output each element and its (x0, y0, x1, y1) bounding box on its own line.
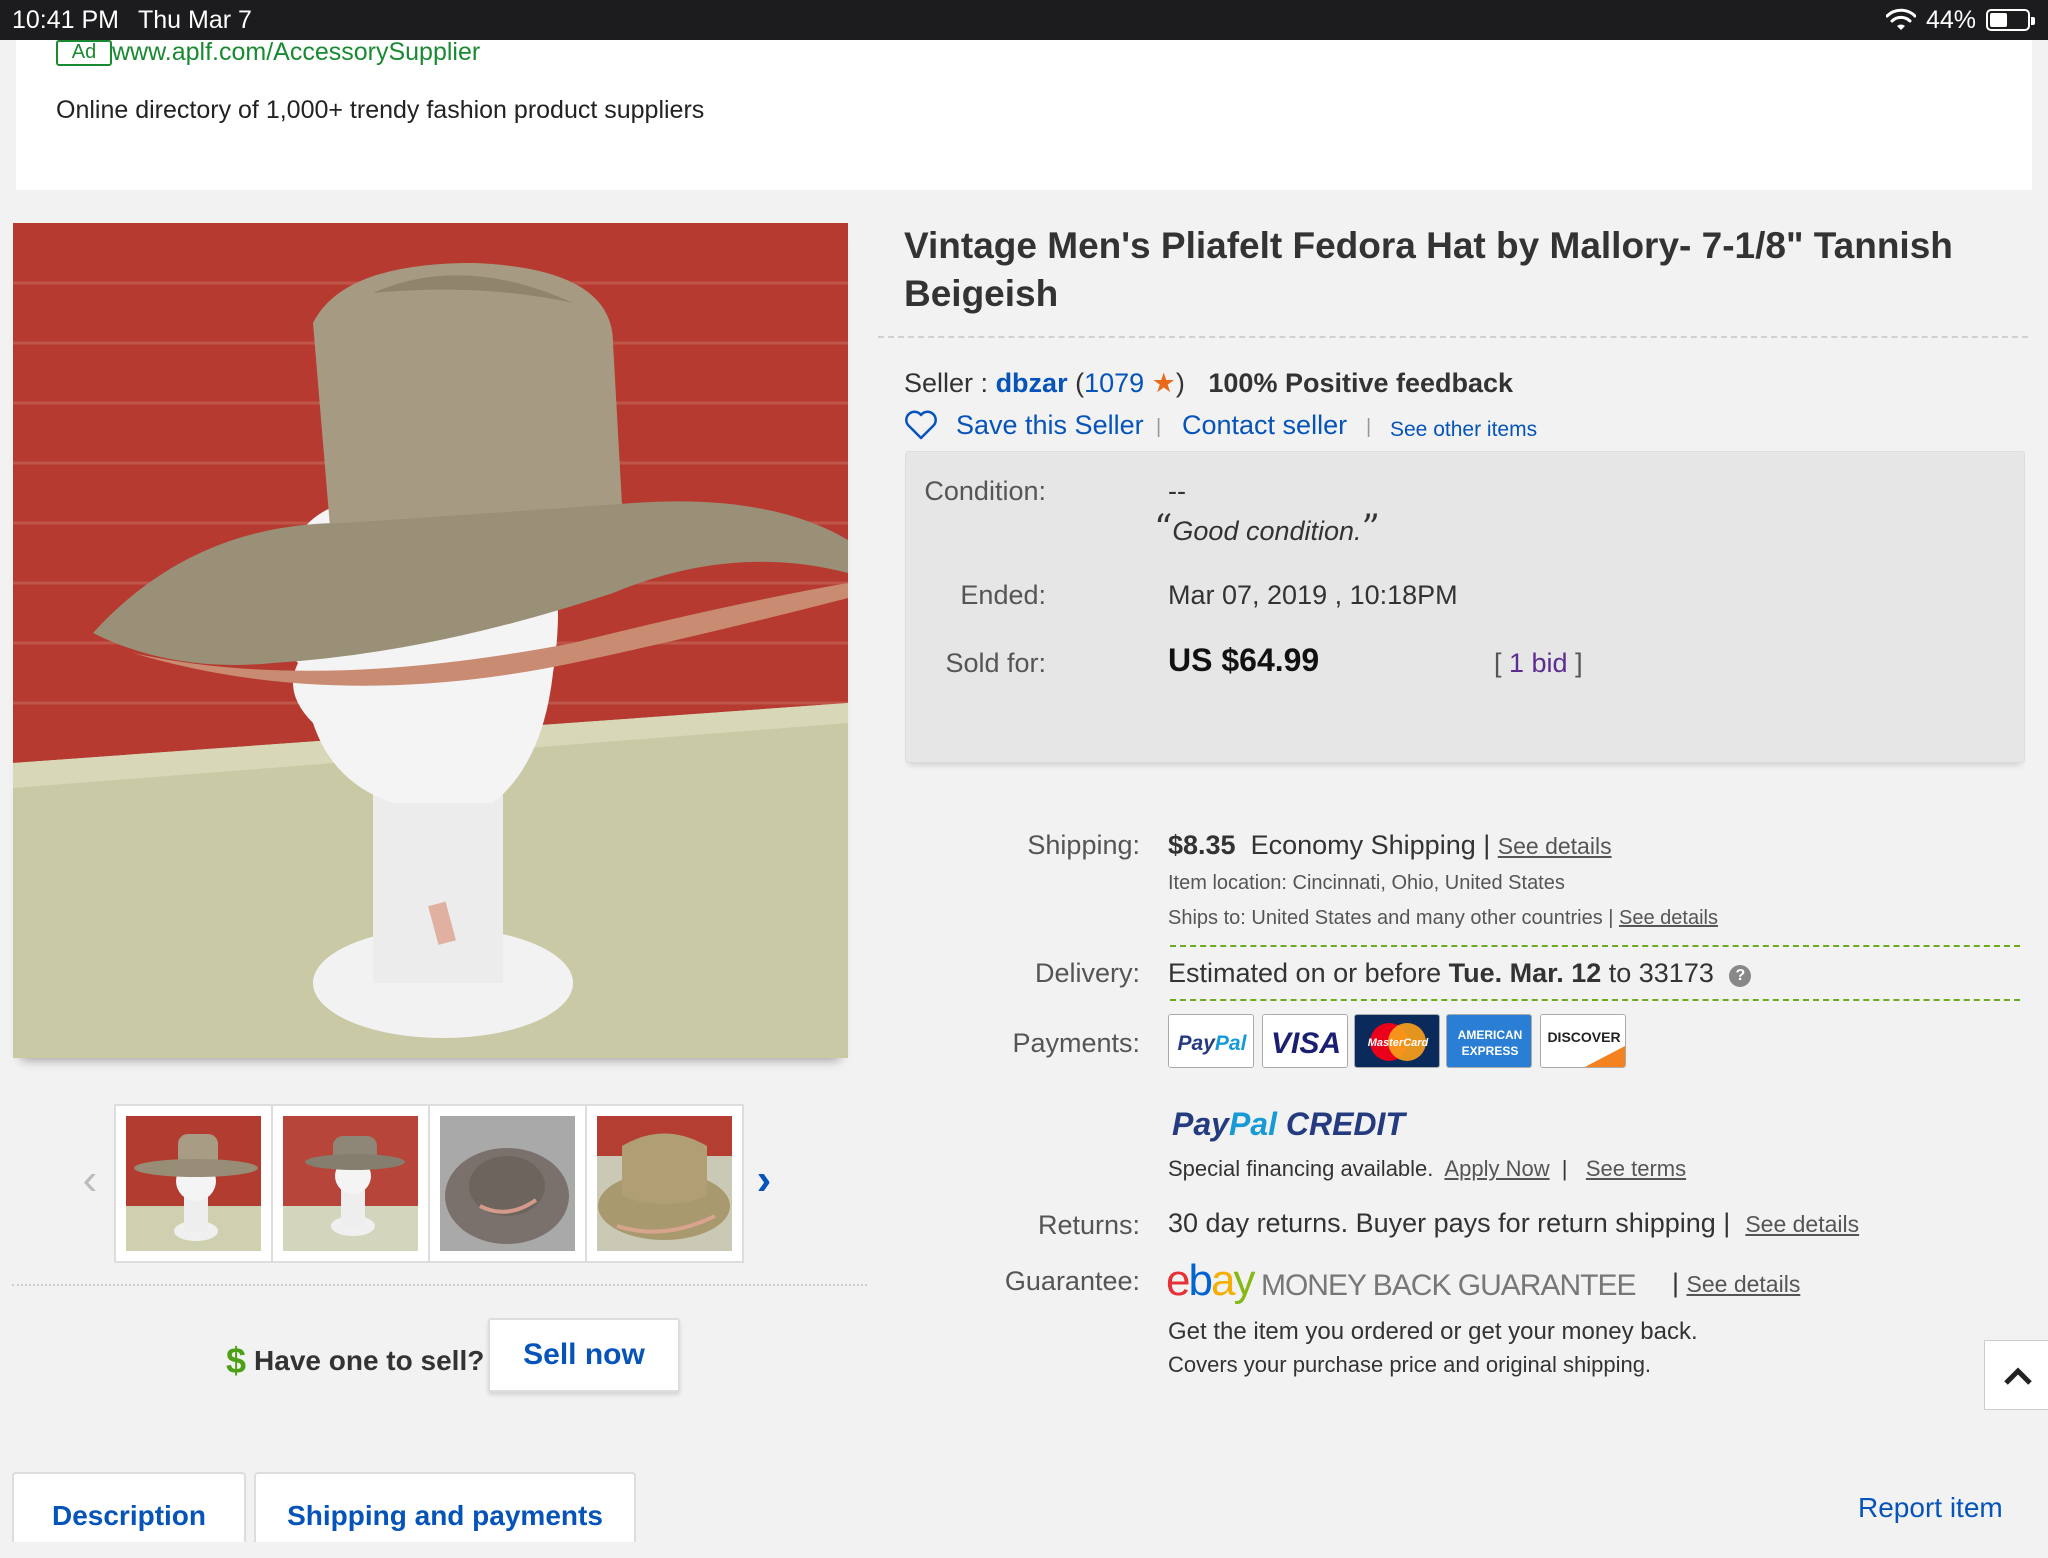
wifi-icon (1886, 8, 1916, 30)
see-terms-link[interactable]: See terms (1586, 1156, 1686, 1181)
guarantee-line-2: Covers your purchase price and original … (1168, 1352, 1652, 1377)
discover-logo: DISCOVER (1540, 1014, 1626, 1068)
mastercard-logo: MasterCard (1354, 1014, 1440, 1068)
amex-logo: AMERICAN EXPRESS (1446, 1014, 1532, 1068)
guarantee-see-details-link[interactable]: See details (1687, 1271, 1801, 1297)
guarantee-label: Guarantee: (1004, 1266, 1140, 1296)
ended-value: Mar 07, 2019 , 10:18PM (1168, 580, 1458, 610)
tab-description[interactable]: Description (12, 1472, 246, 1542)
returns-label: Returns: (1037, 1210, 1140, 1240)
ebay-money-back-logo: ebay MONEY BACK GUARANTEE (1166, 1256, 1636, 1305)
ended-label: Ended: (960, 580, 1046, 610)
thumbnail-2[interactable] (271, 1104, 430, 1263)
bid-count: [ 1 bid ] (1494, 648, 1583, 678)
tab-shipping-and-payments[interactable]: Shipping and payments (254, 1472, 636, 1542)
ad-badge: Ad (56, 40, 112, 66)
svg-text:EXPRESS: EXPRESS (1462, 1044, 1519, 1058)
status-time: 10:41 PM (12, 6, 120, 34)
guarantee-line-1: Get the item you ordered or get your mon… (1168, 1318, 1698, 1345)
bid-history-link[interactable]: 1 bid (1509, 648, 1568, 678)
shipping-label: Shipping: (1027, 830, 1140, 860)
paypal-credit-logo: PayPal CREDIT (1172, 1106, 1405, 1142)
thumbnail-4[interactable] (585, 1104, 744, 1263)
status-date: Thu Mar 7 (138, 6, 252, 34)
ships-to: Ships to: United States and many other c… (1168, 907, 1718, 929)
contact-seller-link[interactable]: Contact seller (1182, 410, 1347, 441)
main-product-image[interactable] (13, 223, 848, 1058)
shipping-cost: $8.35 (1168, 830, 1236, 860)
shipping-see-details-link[interactable]: See details (1498, 833, 1612, 859)
feedback-star-icon: ★ (1151, 368, 1176, 398)
ad-url-link[interactable]: www.aplf.com/AccessorySupplier (112, 38, 480, 67)
scroll-to-top-button[interactable] (1984, 1340, 2048, 1410)
feedback-count-link[interactable]: 1079 (1084, 368, 1144, 398)
svg-text:VISA: VISA (1271, 1027, 1341, 1060)
ad-block: Ad www.aplf.com/AccessorySupplier Online… (16, 38, 2032, 190)
visa-logo: VISA (1262, 1014, 1348, 1068)
dollar-icon: $ (226, 1340, 247, 1381)
separator: | (1156, 416, 1162, 438)
sold-for-label: Sold for: (945, 648, 1046, 678)
have-one-to-sell: $ Have one to sell? (226, 1340, 484, 1382)
returns-row: 30 day returns. Buyer pays for return sh… (1168, 1208, 1860, 1238)
shipping-row: $8.35 Economy Shipping | See details (1168, 830, 1612, 860)
report-item-link[interactable]: Report item (1858, 1492, 2003, 1524)
delivery-divider-bottom (1170, 999, 2020, 1001)
thumbnail-next-arrow[interactable]: › (752, 1158, 776, 1202)
item-location: Item location: Cincinnati, Ohio, United … (1168, 872, 1565, 894)
seller-info: Seller : dbzar (1079 ★) 100% Positive fe… (904, 368, 1514, 398)
svg-text:DISCOVER: DISCOVER (1547, 1029, 1620, 1045)
condition-value: -- (1168, 476, 1186, 506)
condition-note: “Good condition.” (1154, 508, 1380, 549)
divider (12, 1284, 867, 1286)
separator: | (1366, 416, 1372, 438)
have-one-label: Have one to sell? (254, 1345, 485, 1376)
delivery-label: Delivery: (1034, 958, 1140, 988)
sold-price: US $64.99 (1168, 642, 1320, 678)
condition-label: Condition: (924, 476, 1046, 506)
returns-see-details-link[interactable]: See details (1745, 1211, 1859, 1237)
seller-label: Seller : (904, 368, 989, 398)
thumbnail-prev-arrow[interactable]: ‹ (78, 1158, 102, 1202)
svg-text:AMERICAN: AMERICAN (1458, 1028, 1523, 1042)
item-title: Vintage Men's Pliafelt Fedora Hat by Mal… (904, 225, 1953, 314)
payments-label: Payments: (1012, 1028, 1140, 1058)
returns-text: 30 day returns. Buyer pays for return sh… (1168, 1208, 1716, 1238)
item-status-box: Condition: -- “Good condition.” Ended: M… (905, 451, 2025, 763)
paypal-logo: PayPal (1168, 1014, 1254, 1068)
delivery-estimate: Estimated on or before Tue. Mar. 12 to 3… (1168, 958, 1752, 989)
sell-now-button[interactable]: Sell now (488, 1318, 680, 1392)
svg-text:PayPal: PayPal (1178, 1032, 1248, 1055)
status-bar: 10:41 PM Thu Mar 7 44% (0, 0, 2048, 40)
delivery-divider-top (1170, 945, 2020, 947)
positive-feedback: 100% Positive feedback (1208, 368, 1514, 398)
ships-to-see-details-link[interactable]: See details (1619, 907, 1718, 929)
guarantee-see-details: | See details (1672, 1268, 1801, 1298)
battery-percent: 44% (1926, 6, 1977, 34)
chevron-up-icon (2004, 1367, 2032, 1385)
special-financing: Special financing available. Apply Now |… (1168, 1156, 1687, 1181)
thumbnail-3[interactable] (428, 1104, 587, 1263)
see-other-items-link[interactable]: See other items (1390, 418, 1537, 442)
save-seller-link[interactable]: Save this Seller (956, 410, 1144, 441)
seller-name-link[interactable]: dbzar (996, 368, 1068, 398)
svg-text:MasterCard: MasterCard (1368, 1037, 1429, 1049)
thumbnail-1[interactable] (114, 1104, 273, 1263)
title-divider (878, 336, 2028, 338)
ad-description: Online directory of 1,000+ trendy fashio… (56, 96, 705, 124)
heart-icon[interactable] (904, 410, 938, 440)
battery-icon (1986, 9, 2035, 31)
shipping-method: Economy Shipping (1250, 830, 1476, 860)
help-icon[interactable]: ? (1729, 965, 1752, 987)
apply-now-link[interactable]: Apply Now (1444, 1156, 1549, 1181)
